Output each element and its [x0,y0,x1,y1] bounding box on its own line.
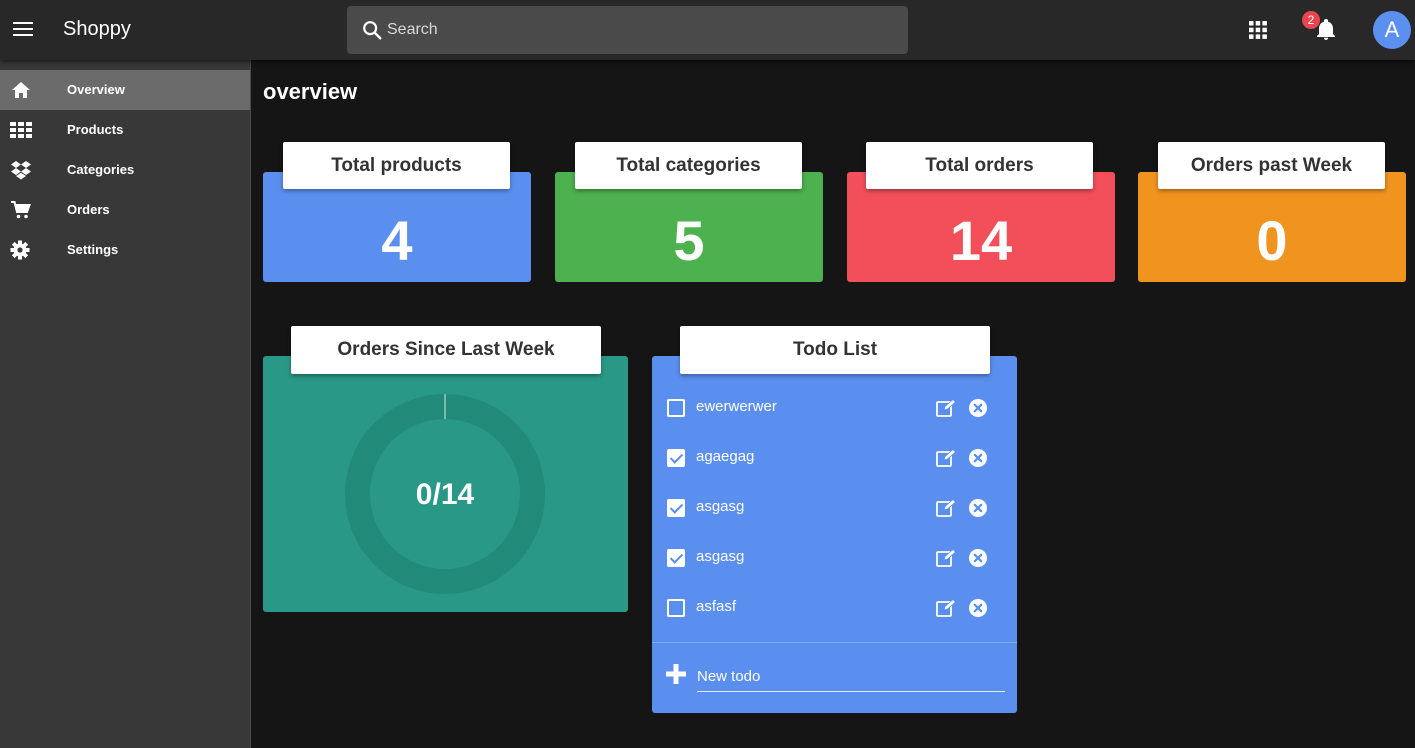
stat-header: Orders past Week [1158,142,1385,189]
todo-item: asgasg [652,533,1017,583]
menu-icon[interactable] [11,19,35,41]
sidebar-item-label: Overview [67,82,125,97]
stat-value: 0 [1256,209,1288,272]
stat-header: Total orders [866,142,1093,189]
sidebar-item-products[interactable]: Products [0,110,250,150]
home-icon [12,82,30,98]
sidebar-item-label: Products [67,122,124,137]
gear-icon [10,240,30,260]
todo-checkbox[interactable] [667,499,685,517]
todo-item: agaegag [652,433,1017,483]
todo-text: asgasg [696,498,745,515]
grid-icon [10,122,32,138]
edit-icon[interactable] [936,449,956,467]
todo-text: asfasf [696,598,737,615]
notification-badge: 2 [1302,11,1320,29]
todo-item: ewerwerwer [652,383,1017,433]
page-title: overview [263,79,358,104]
delete-icon[interactable] [969,449,987,467]
sidebar-item-categories[interactable]: Categories [0,150,250,190]
search-input[interactable] [387,6,887,54]
todo-checkbox[interactable] [667,549,685,567]
sidebar-item-overview[interactable]: Overview [0,70,250,110]
delete-icon[interactable] [969,549,987,567]
plus-icon[interactable] [666,664,686,684]
todo-text: ewerwerwer [696,398,777,415]
sidebar-item-orders[interactable]: Orders [0,190,250,230]
todo-item: asfasf [652,583,1017,633]
avatar[interactable]: A [1373,11,1411,49]
stat-value: 5 [673,209,705,272]
todo-checkbox[interactable] [667,399,685,417]
stat-value: 4 [381,209,413,272]
search-bar[interactable] [347,6,908,54]
cart-icon [11,201,31,219]
edit-icon[interactable] [936,549,956,567]
stat-header: Total categories [575,142,802,189]
delete-icon[interactable] [969,499,987,517]
stat-value: 14 [949,209,1013,272]
search-icon [363,21,382,40]
todo-list-panel: ewerwerwer agaegag asgasg asgasg asfasf [652,356,1017,713]
todo-checkbox[interactable] [667,449,685,467]
sidebar-item-label: Orders [67,202,110,217]
sidebar-item-label: Categories [67,162,135,177]
app-title: Shoppy [63,18,131,40]
donut-center-text: 0/14 [415,478,475,511]
stat-header: Total products [283,142,510,189]
new-todo-input[interactable] [697,662,1005,692]
apps-icon[interactable] [1248,20,1268,40]
top-app-bar: Shoppy 2 A [0,0,1415,60]
todo-divider [652,642,1017,643]
todo-checkbox[interactable] [667,599,685,617]
delete-icon[interactable] [969,399,987,417]
orders-since-last-week-panel: 0/14 [263,356,628,612]
sidebar: Overview Products Categories Orders Sett… [0,60,251,748]
dropbox-icon [11,161,31,180]
sidebar-item-settings[interactable]: Settings [0,230,250,270]
todo-text: agaegag [696,448,755,465]
todo-item: asgasg [652,483,1017,533]
edit-icon[interactable] [936,599,956,617]
delete-icon[interactable] [969,599,987,617]
edit-icon[interactable] [936,499,956,517]
orders-panel-header: Orders Since Last Week [291,326,601,374]
todo-panel-header: Todo List [680,326,990,374]
sidebar-item-label: Settings [67,242,119,257]
todo-text: asgasg [696,548,745,565]
edit-icon[interactable] [936,399,956,417]
